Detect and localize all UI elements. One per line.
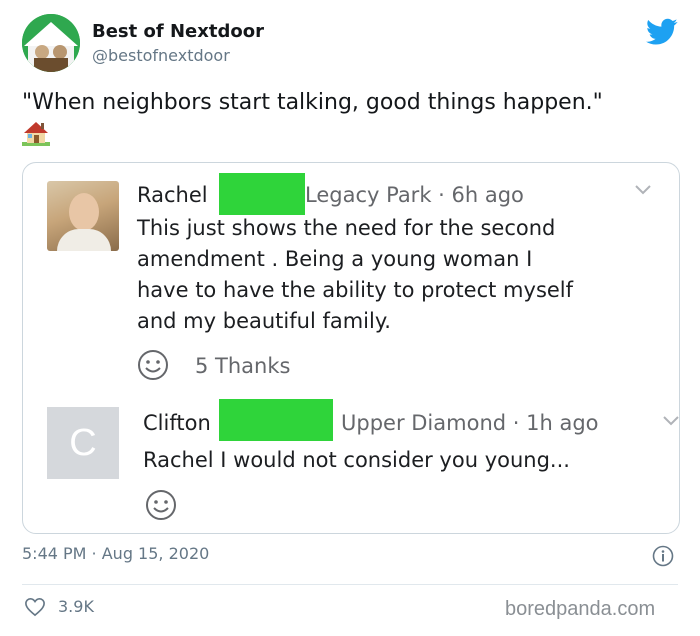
chevron-down-icon: [663, 416, 679, 426]
heart-icon[interactable]: [24, 597, 46, 617]
redaction-block: [219, 399, 333, 441]
like-count[interactable]: 3.9K: [58, 597, 94, 616]
comment1-author: Rachel: [137, 183, 208, 207]
smiley-icon: [138, 350, 168, 380]
tweet-timestamp[interactable]: 5:44 PM · Aug 15, 2020: [22, 544, 209, 563]
watermark: boredpanda.com: [505, 598, 656, 620]
info-icon[interactable]: [652, 545, 674, 567]
comment2-meta: Upper Diamond · 1h ago: [341, 411, 599, 435]
divider: [22, 584, 678, 585]
house-logo-icon: [22, 14, 80, 72]
comment1-meta: Legacy Park · 6h ago: [305, 183, 524, 207]
author-name[interactable]: Best of Nextdoor: [92, 21, 264, 42]
redaction-block: [219, 173, 305, 215]
clifton-avatar: C: [47, 407, 119, 479]
tweet-text: "When neighbors start talking, good thin…: [22, 90, 603, 115]
house-icon: [22, 122, 50, 146]
embedded-screenshot[interactable]: Rachel Legacy Park · 6h ago This just sh…: [22, 162, 680, 534]
comment1-body: This just shows the need for the second …: [137, 216, 574, 333]
comment2-body: Rachel I would not consider you young...: [143, 448, 570, 472]
smiley-icon: [146, 490, 176, 520]
author-handle[interactable]: @bestofnextdoor: [92, 46, 230, 65]
author-avatar[interactable]: [22, 14, 80, 72]
comment2-author: Clifton: [143, 411, 211, 435]
chevron-down-icon: [635, 185, 651, 195]
thanks-count: 5 Thanks: [195, 354, 291, 378]
twitter-bird-icon[interactable]: [646, 18, 678, 46]
rachel-avatar: [47, 181, 119, 251]
